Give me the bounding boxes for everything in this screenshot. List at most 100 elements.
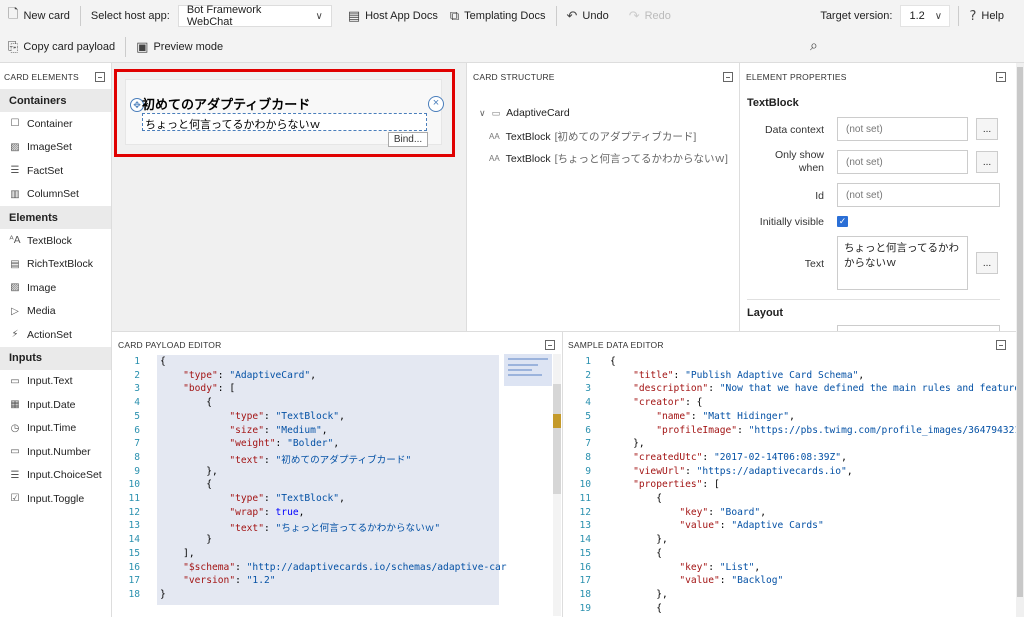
code-line[interactable]: } — [160, 534, 212, 545]
adaptive-card-preview[interactable]: ✥ 初めてのアダプティブカード ちょっと何言ってるかわからないｗ × Bind.… — [125, 79, 444, 147]
code-line[interactable]: }, — [610, 589, 668, 600]
element-item-input-date[interactable]: ▦ Input.Date — [0, 393, 111, 417]
card-body-text[interactable]: ちょっと何言ってるかわからないｗ — [142, 113, 427, 131]
remove-element-icon[interactable]: × — [428, 96, 444, 112]
text-input[interactable]: ちょっと何言ってるかわからないｗ — [837, 236, 968, 290]
element-item-media[interactable]: ▷ Media — [0, 300, 111, 324]
undo-button[interactable]: ↶ Undo — [561, 4, 615, 28]
element-item-input-text[interactable]: ▭ Input.Text — [0, 370, 111, 394]
tree-node-textblock[interactable]: AA TextBlock [ちょっと何言ってるかわからないｗ] — [489, 151, 728, 166]
tree-node-textblock[interactable]: AA TextBlock [初めてのアダプティブカード] — [489, 129, 696, 144]
code-line[interactable]: "type": "AdaptiveCard", — [160, 370, 316, 381]
element-item-columnset[interactable]: ▥ ColumnSet — [0, 183, 111, 207]
code-line[interactable]: }, — [160, 466, 218, 477]
code-line[interactable]: "wrap": true, — [160, 507, 304, 518]
code-line[interactable]: "profileImage": "https://pbs.twimg.com/p… — [610, 425, 1016, 436]
code-line[interactable]: "name": "Matt Hidinger", — [610, 411, 795, 422]
element-item-label: Input.Date — [27, 398, 76, 411]
code-line[interactable]: "description": "Now that we have defined… — [610, 383, 1016, 394]
only-show-when-input[interactable]: (not set) — [837, 150, 968, 174]
element-item-input-number[interactable]: ▭ Input.Number — [0, 440, 111, 464]
element-item-factset[interactable]: ☰ FactSet — [0, 159, 111, 183]
code-line[interactable]: { — [160, 356, 166, 367]
element-item-container[interactable]: ☐ Container — [0, 112, 111, 136]
data-context-input[interactable]: (not set) — [837, 117, 968, 141]
code-line[interactable]: "viewUrl": "https://adaptivecards.io", — [610, 466, 853, 477]
code-line[interactable]: { — [610, 603, 662, 614]
help-button[interactable]: ? Help — [963, 4, 1010, 28]
element-item-imageset[interactable]: ▨ ImageSet — [0, 136, 111, 160]
line-number: 11 — [128, 493, 140, 504]
text-button[interactable]: ... — [976, 252, 998, 274]
code-line[interactable]: } — [160, 589, 166, 600]
host-app-docs-button[interactable]: ▤ Host App Docs — [342, 4, 444, 28]
toolbar-divider — [958, 6, 960, 26]
templating-docs-button[interactable]: ⧉ Templating Docs — [444, 4, 552, 28]
target-version-dropdown[interactable]: 1.2 ∨ — [900, 5, 951, 27]
page-scrollbar[interactable] — [1016, 63, 1024, 617]
line-number: 14 — [579, 534, 591, 546]
code-line[interactable]: { — [610, 493, 662, 504]
scrollbar-thumb[interactable] — [1017, 67, 1023, 597]
code-line[interactable]: "weight": "Bolder", — [160, 438, 339, 449]
element-item-actionset[interactable]: ⚡ ActionSet — [0, 323, 111, 347]
minimize-icon[interactable] — [996, 72, 1006, 82]
minimize-icon[interactable] — [996, 340, 1006, 350]
code-line[interactable]: "size": "Medium", — [160, 425, 327, 436]
code-line[interactable]: "text": "ちょっと何言ってるかわからないｗ" — [160, 520, 440, 534]
redo-button[interactable]: ↷ Redo — [623, 4, 677, 28]
layout-section-heading[interactable]: Layout — [747, 307, 783, 319]
host-app-dropdown[interactable]: Bot Framework WebChat ∨ — [177, 4, 332, 28]
element-item-richtextblock[interactable]: ▤ RichTextBlock — [0, 253, 111, 277]
element-item-input-choiceset[interactable]: ☰ Input.ChoiceSet — [0, 464, 111, 488]
element-item-label: Input.Time — [27, 422, 77, 435]
element-item-input-toggle[interactable]: ☑ Input.Toggle — [0, 487, 111, 511]
code-line[interactable]: "title": "Publish Adaptive Card Schema", — [610, 370, 864, 381]
code-line[interactable]: "$schema": "http://adaptivecards.io/sche… — [160, 562, 506, 573]
line-number: 4 — [134, 397, 140, 409]
element-item-input-time[interactable]: ◷ Input.Time — [0, 417, 111, 441]
code-line[interactable]: "text": "初めてのアダプティブカード" — [160, 452, 411, 466]
minimize-icon[interactable] — [723, 72, 733, 82]
tree-node-adaptivecard[interactable]: ∨ ▭ AdaptiveCard — [479, 107, 570, 119]
sample-code-area[interactable]: 1 {2 "title": "Publish Adaptive Card Sche… — [563, 356, 1016, 617]
code-line[interactable]: "properties": [ — [610, 479, 720, 490]
card-title-text[interactable]: 初めてのアダプティブカード — [142, 94, 310, 113]
line-number: 1 — [585, 356, 591, 367]
data-context-button[interactable]: ... — [976, 118, 998, 140]
code-line[interactable]: }, — [610, 534, 668, 545]
code-line[interactable]: { — [610, 548, 662, 559]
preview-mode-button[interactable]: ▣ Preview mode — [130, 35, 229, 59]
bind-button[interactable]: Bind... — [388, 132, 428, 147]
payload-code-area[interactable]: 1{2 "type": "AdaptiveCard", 3 "body": [4 … — [112, 356, 506, 617]
copy-payload-button[interactable]: ⎘ Copy card payload — [2, 35, 121, 59]
minimize-icon[interactable] — [95, 72, 105, 82]
element-item-textblock[interactable]: ᴬA TextBlock — [0, 229, 111, 253]
code-line[interactable]: "body": [ — [160, 383, 235, 394]
code-line[interactable]: ], — [160, 548, 195, 559]
tree-node-detail: [ちょっと何言ってるかわからないｗ] — [554, 153, 728, 165]
code-line[interactable]: "type": "TextBlock", — [160, 411, 345, 422]
initially-visible-checkbox[interactable]: ✓ — [837, 216, 848, 227]
code-line[interactable]: "createdUtc": "2017-02-14T06:08:39Z", — [610, 452, 847, 463]
code-line[interactable]: "value": "Adaptive Cards" — [610, 520, 823, 531]
payload-scrollbar[interactable] — [553, 354, 561, 616]
new-card-button[interactable]: 🗋 New card — [2, 4, 76, 28]
code-line[interactable]: "creator": { — [610, 397, 702, 408]
id-input[interactable]: (not set) — [837, 183, 1000, 207]
code-line[interactable]: "key": "List", — [610, 562, 760, 573]
code-line[interactable]: { — [160, 397, 212, 408]
code-line[interactable]: { — [610, 356, 616, 367]
only-show-when-button[interactable]: ... — [976, 151, 998, 173]
code-line[interactable]: { — [160, 479, 212, 490]
code-line[interactable]: "key": "Board", — [610, 507, 766, 518]
line-number: 5 — [585, 410, 591, 422]
code-line[interactable]: "value": "Backlog" — [610, 575, 783, 586]
code-line[interactable]: }, — [610, 438, 645, 449]
code-line[interactable]: "type": "TextBlock", — [160, 493, 345, 504]
code-minimap[interactable] — [504, 354, 552, 386]
element-item-image[interactable]: ▨ Image — [0, 276, 111, 300]
code-line[interactable]: "version": "1.2" — [160, 575, 275, 586]
feedback-icon[interactable]: ⌕ — [810, 38, 818, 54]
minimize-icon[interactable] — [545, 340, 555, 350]
